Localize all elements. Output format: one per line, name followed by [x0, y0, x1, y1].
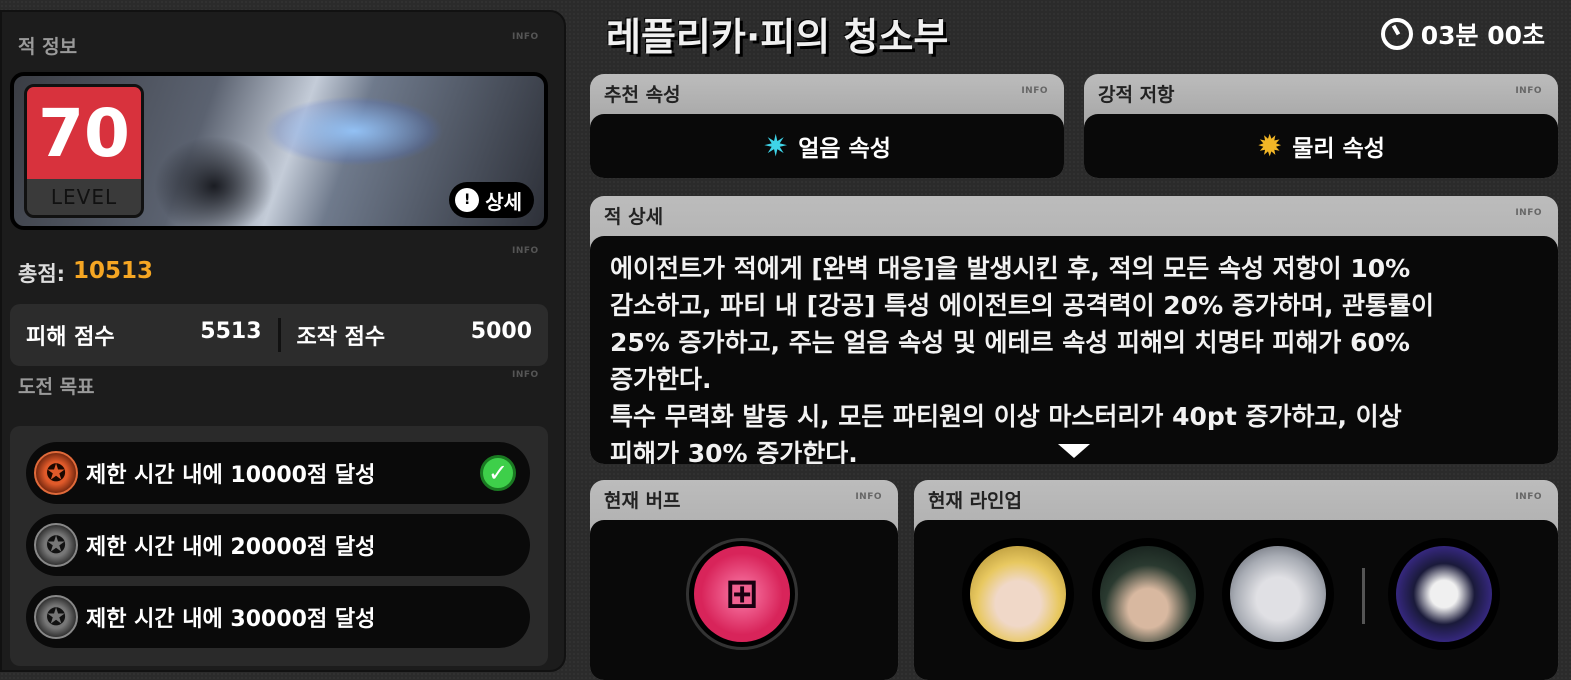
goal-item: ✪ 제한 시간 내에 10000점 달성 ✓ [26, 442, 530, 504]
goals-list: ✪ 제한 시간 내에 10000점 달성 ✓ ✪ 제한 시간 내에 20000점… [10, 426, 548, 666]
info-tag[interactable]: INFO [512, 246, 539, 256]
attribute-label: 얼음 속성 [798, 136, 891, 162]
level-number: 70 [27, 87, 141, 179]
portrait-shadow [154, 136, 274, 226]
damage-label: 피해 점수 [26, 325, 115, 350]
goal-item: ✪ 제한 시간 내에 20000점 달성 [26, 514, 530, 576]
checkmark-icon: ✓ [480, 455, 516, 491]
detail-scroll-area[interactable]: 에이전트가 적에게 [완벽 대응]을 발생시킨 후, 적의 모든 속성 저항이 … [590, 236, 1558, 464]
card-title: 적 상세 [604, 206, 664, 228]
card-header: 강적 저항 INFO [1084, 74, 1558, 112]
agent-avatar[interactable] [962, 538, 1074, 650]
card-body: ✹ 물리 속성 [1084, 114, 1558, 178]
scroll-down-icon[interactable] [1058, 444, 1090, 458]
total-score: 총점: 10513 [18, 258, 153, 288]
info-tag[interactable]: INFO [512, 370, 539, 380]
info-tag[interactable]: INFO [1021, 86, 1048, 96]
card-body: ⊞ [590, 520, 898, 680]
timer-value: 03분 00초 [1420, 21, 1545, 50]
card-header: 적 상세 INFO [590, 196, 1558, 234]
goal-text: 제한 시간 내에 20000점 달성 [86, 535, 376, 560]
lineup-divider [1362, 568, 1365, 624]
attribute-value: ✷ 얼음 속성 [590, 114, 1064, 178]
detail-line: 감소하고, 파티 내 [강공] 특성 에이전트의 공격력이 20% 증가하며, … [610, 291, 1435, 320]
goal-item: ✪ 제한 시간 내에 30000점 달성 [26, 586, 530, 648]
avatar-portrait [1100, 546, 1196, 642]
buff-icon[interactable]: ⊞ [686, 538, 798, 650]
enemy-info-panel: 적 정보 INFO 70 LEVEL ! 상세 총점: 10513 INFO 피… [0, 10, 566, 672]
goal-text: 제한 시간 내에 30000점 달성 [86, 607, 376, 632]
total-label: 총점: [18, 262, 66, 286]
control-value: 5000 [470, 319, 533, 344]
agent-avatar[interactable] [1092, 538, 1204, 650]
card-header: 추천 속성 INFO [590, 74, 1064, 112]
damage-score: 피해 점수 5513 [10, 319, 278, 351]
physical-attribute-icon: ✹ [1257, 128, 1283, 164]
card-body [914, 520, 1558, 680]
enemy-portrait: 70 LEVEL ! 상세 [10, 72, 548, 230]
buff-emblem-icon: ⊞ [694, 546, 790, 642]
detail-icon: ! [455, 188, 480, 212]
card-title: 추천 속성 [604, 84, 681, 106]
star-badge-icon: ✪ [34, 595, 78, 639]
current-lineup-card[interactable]: 현재 라인업 INFO [914, 480, 1558, 680]
detail-line: 증가한다. [610, 365, 712, 394]
damage-value: 5513 [200, 319, 262, 344]
level-badge: 70 LEVEL [24, 84, 144, 218]
detail-text: 에이전트가 적에게 [완벽 대응]을 발생시킨 후, 적의 모든 속성 저항이 … [590, 236, 1558, 464]
portrait-glow [264, 96, 444, 166]
timer: 03분 00초 [1380, 16, 1545, 52]
ice-attribute-icon: ✷ [763, 128, 789, 164]
agent-avatar[interactable] [1222, 538, 1334, 650]
info-tag[interactable]: INFO [1515, 208, 1542, 218]
detail-button[interactable]: ! 상세 [449, 182, 534, 218]
goal-text: 제한 시간 내에 10000점 달성 [86, 463, 376, 488]
control-label: 조작 점수 [296, 325, 386, 350]
recommend-attribute-card[interactable]: 추천 속성 INFO ✷ 얼음 속성 [590, 74, 1064, 178]
enemy-detail-card[interactable]: 적 상세 INFO 에이전트가 적에게 [완벽 대응]을 발생시킨 후, 적의 … [590, 196, 1558, 464]
level-label: LEVEL [27, 179, 141, 215]
star-badge-icon: ✪ [34, 451, 78, 495]
detail-line: 25% 증가하고, 주는 얼음 속성 및 에테르 속성 피해의 치명타 피해가 … [610, 328, 1410, 357]
total-value: 10513 [73, 258, 154, 284]
card-title: 강적 저항 [1098, 84, 1175, 106]
card-title: 현재 라인업 [928, 490, 1023, 512]
detail-line: 특수 무력화 발동 시, 모든 파티원의 이상 마스터리가 40pt 증가하고,… [610, 402, 1402, 431]
attribute-value: ✹ 물리 속성 [1084, 114, 1558, 178]
card-body: ✷ 얼음 속성 [590, 114, 1064, 178]
card-header: 현재 라인업 INFO [914, 480, 1558, 518]
info-tag[interactable]: INFO [1515, 86, 1542, 96]
score-breakdown: 피해 점수 5513 조작 점수 5000 [10, 304, 548, 366]
avatar-portrait [1230, 546, 1326, 642]
info-tag[interactable]: INFO [855, 492, 882, 502]
info-tag[interactable]: INFO [1515, 492, 1542, 502]
avatar-portrait [1396, 546, 1492, 642]
detail-label: 상세 [485, 189, 522, 214]
control-score: 조작 점수 5000 [281, 319, 549, 351]
avatar-portrait [970, 546, 1066, 642]
enemy-info-title: 적 정보 [18, 36, 78, 58]
current-buff-card[interactable]: 현재 버프 INFO ⊞ [590, 480, 898, 680]
stage-title: 레플리카·피의 청소부 [606, 15, 949, 59]
card-title: 현재 버프 [604, 490, 681, 512]
info-tag[interactable]: INFO [512, 32, 539, 42]
star-badge-icon: ✪ [34, 523, 78, 567]
bangboo-avatar[interactable] [1388, 538, 1500, 650]
goals-title: 도전 목표 [18, 376, 95, 398]
detail-line: 에이전트가 적에게 [완벽 대응]을 발생시킨 후, 적의 모든 속성 저항이 … [610, 254, 1411, 283]
timer-icon [1380, 18, 1413, 50]
resist-attribute-card[interactable]: 강적 저항 INFO ✹ 물리 속성 [1084, 74, 1558, 178]
card-header: 현재 버프 INFO [590, 480, 898, 518]
attribute-label: 물리 속성 [1292, 136, 1385, 162]
